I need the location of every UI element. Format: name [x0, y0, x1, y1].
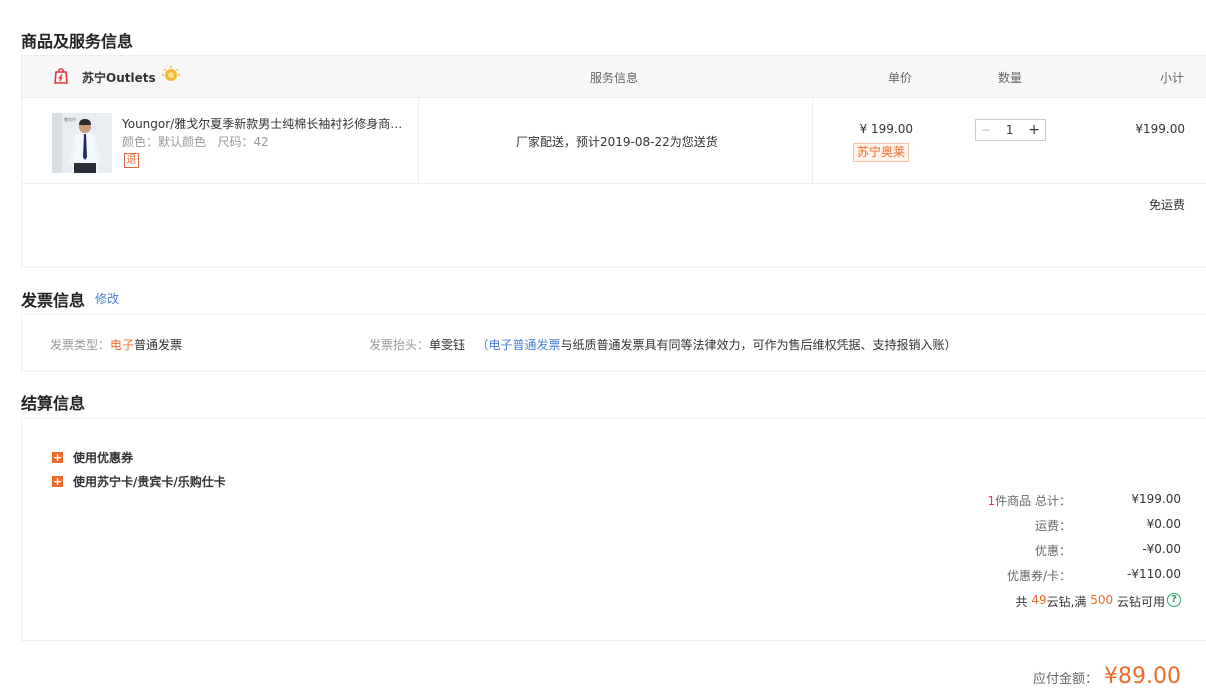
quantity-stepper: − 1 +: [975, 119, 1046, 141]
payable-total: 应付金额： ¥89.00: [1033, 664, 1181, 689]
column-divider: [418, 98, 419, 184]
payable-label: 应付金额：: [1033, 672, 1099, 687]
product-spec: 颜色：默认颜色 尺码：42: [122, 133, 269, 150]
header-quantity: 数量: [998, 71, 1023, 85]
spec-color: 默认颜色: [158, 135, 207, 149]
invoice-title-value: 单雯钰: [429, 338, 466, 352]
invoice-title-label: 发票抬头：: [369, 338, 430, 352]
diamond-count: 49: [1031, 593, 1047, 607]
delivery-service-text: 厂家配送，预计2019-08-22为您送货: [516, 135, 718, 149]
summary-shipping-row: 运费： ¥0.00: [971, 517, 1181, 534]
shipping-row: 免运费: [22, 184, 1206, 268]
return-badge: 退: [124, 153, 139, 168]
summary-discount-row: 优惠： -¥0.00: [971, 542, 1181, 559]
settlement-panel: + 使用优惠券 + 使用苏宁卡/贵宾卡/乐购仕卡 1件商品 总计： ¥199.0…: [21, 418, 1206, 641]
goods-section-title: 商品及服务信息: [21, 32, 134, 51]
use-card-toggle[interactable]: + 使用苏宁卡/贵宾卡/乐购仕卡: [52, 473, 226, 490]
store-name[interactable]: 苏宁Outlets: [82, 69, 156, 86]
summary-shipping-value: ¥0.00: [1146, 517, 1181, 531]
use-card-label: 使用苏宁卡/贵宾卡/乐购仕卡: [73, 475, 226, 489]
product-thumbnail[interactable]: 雅戈尔: [52, 113, 112, 173]
goods-header: 苏宁Outlets 服务信息 单价 数量 小计: [22, 56, 1206, 98]
qty-decrease-button[interactable]: −: [981, 123, 991, 137]
help-icon[interactable]: ?: [1167, 593, 1181, 607]
svg-text:雅戈尔: 雅戈尔: [64, 116, 76, 122]
invoice-edit-link[interactable]: 修改: [95, 290, 119, 307]
summary-total-label: 1件商品 总计：: [971, 492, 1071, 509]
cloud-diamond-row: 共 49 云钻,满 500 云钻可用?: [1015, 593, 1181, 610]
header-unit-price: 单价: [888, 71, 913, 85]
header-subtotal: 小计: [1159, 71, 1184, 85]
goods-panel: 苏宁Outlets 服务信息 单价 数量 小计 雅戈尔 Youngor/雅戈尔夏…: [21, 55, 1206, 268]
diamond-suffix: 云钻可用: [1116, 595, 1165, 609]
store-bag-icon: [54, 68, 68, 84]
unit-price: ¥ 199.00: [859, 122, 913, 136]
invoice-panel: 发票类型：电子普通发票 发票抬头：单雯钰 （电子普通发票与纸质普通发票具有同等法…: [21, 314, 1206, 372]
invoice-section-title: 发票信息: [21, 291, 86, 310]
free-shipping-text: 免运费: [1148, 198, 1185, 212]
invoice-type-value: 普通发票: [134, 338, 183, 352]
summary-coupon-value: -¥110.00: [1127, 567, 1181, 581]
e-invoice-link[interactable]: 电子普通发票: [489, 338, 561, 352]
diamond-prefix: 共: [1015, 595, 1028, 609]
invoice-note: 与纸质普通发票具有同等法律效力，可作为售后维权凭据、支持报销入账）: [560, 338, 957, 352]
outlet-tag: 苏宁奥莱: [853, 143, 910, 162]
use-coupon-toggle[interactable]: + 使用优惠券: [52, 449, 133, 466]
summary-total-row: 1件商品 总计： ¥199.00: [971, 492, 1181, 509]
goods-item-row: 雅戈尔 Youngor/雅戈尔夏季新款男士纯棉长袖衬衫修身商务正装免烫衬衣 颜色…: [22, 98, 1206, 184]
invoice-type-highlight: 电子: [110, 338, 135, 352]
summary-coupon-label: 优惠券/卡：: [1006, 569, 1071, 583]
store-level-badge-icon: [162, 66, 180, 81]
qty-value[interactable]: 1: [1006, 123, 1014, 137]
invoice-title: 发票抬头：单雯钰 （电子普通发票与纸质普通发票具有同等法律效力，可作为售后维权凭…: [369, 336, 957, 353]
spec-size-label: 尺码：: [217, 135, 254, 149]
payable-amount: ¥89.00: [1104, 664, 1181, 689]
use-coupon-label: 使用优惠券: [73, 451, 134, 465]
qty-increase-button[interactable]: +: [1028, 122, 1040, 138]
invoice-note-open: （: [476, 338, 489, 352]
item-subtotal: ¥199.00: [1135, 122, 1185, 136]
summary-shipping-label: 运费：: [1034, 519, 1071, 533]
shirt-model-image: 雅戈尔: [52, 113, 112, 173]
settlement-section-title: 结算信息: [21, 394, 86, 413]
spec-color-label: 颜色：: [122, 135, 159, 149]
summary-discount-label: 优惠：: [1034, 544, 1071, 558]
column-divider: [812, 98, 813, 184]
invoice-type-label: 发票类型：: [50, 338, 111, 352]
invoice-type: 发票类型：电子普通发票: [50, 336, 182, 353]
summary-total-value: ¥199.00: [1131, 492, 1181, 506]
spec-size: 42: [253, 135, 269, 149]
diamond-threshold: 500: [1090, 593, 1114, 607]
summary-discount-value: -¥0.00: [1142, 542, 1181, 556]
product-name-link[interactable]: Youngor/雅戈尔夏季新款男士纯棉长袖衬衫修身商务正装免烫衬衣: [122, 115, 407, 132]
item-count-label: 件商品 总计：: [995, 494, 1071, 508]
plus-icon: +: [52, 475, 63, 488]
summary-coupon-row: 优惠券/卡： -¥110.00: [971, 567, 1181, 584]
diamond-mid: 云钻,满: [1046, 595, 1087, 609]
plus-icon: +: [52, 451, 63, 464]
header-service: 服务信息: [590, 71, 639, 85]
